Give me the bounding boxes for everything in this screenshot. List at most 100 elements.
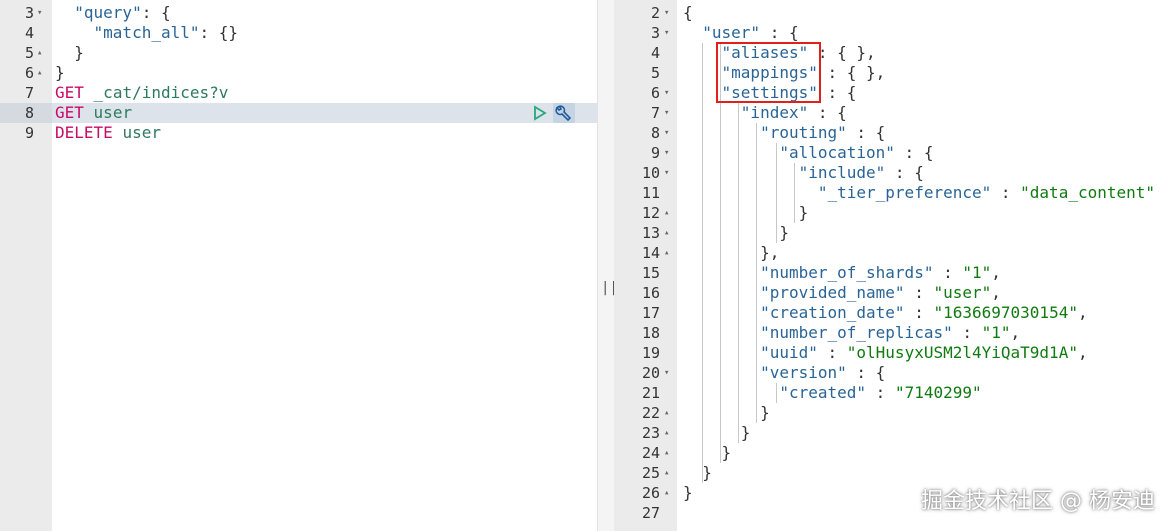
fold-toggle-icon[interactable]: ▴ (664, 423, 669, 443)
indent-guide (756, 123, 757, 423)
code-line: 9 DELETE user (0, 123, 597, 143)
fold-toggle-icon[interactable]: ▾ (664, 83, 669, 103)
fold-toggle-icon[interactable]: ▾ (664, 103, 669, 123)
code-text: } (683, 443, 732, 463)
code-token: : { }, (817, 63, 886, 82)
code-token: , (1077, 343, 1088, 362)
code-line: 25 ▴ } (614, 463, 1171, 483)
fold-toggle-icon[interactable]: ▴ (664, 243, 669, 263)
line-number: 12 (641, 204, 660, 222)
code-token: : { (885, 163, 924, 182)
code-line: 22 ▴ } (614, 403, 1171, 423)
fold-toggle-icon[interactable]: ▴ (37, 43, 42, 63)
fold-toggle-icon[interactable]: ▾ (664, 143, 669, 163)
line-number: 24 (641, 444, 660, 462)
code-token: "match_all" (93, 23, 200, 42)
code-line: 13 ▴ } (614, 223, 1171, 243)
fold-toggle-icon[interactable]: ▾ (664, 363, 669, 383)
fold-toggle-icon[interactable]: ▴ (664, 443, 669, 463)
code-text: "creation_date" : "1636697030154", (683, 303, 1088, 323)
code-token: , (1077, 303, 1088, 322)
code-line: 4 "match_all": {} (0, 23, 597, 43)
code-line: 11 "_tier_preference" : "data_content" (614, 183, 1171, 203)
fold-toggle-icon[interactable]: ▴ (664, 483, 669, 503)
request-editor[interactable]: 3 ▾ "query": {4 "match_all": {} 5 ▴ } 6 ▴} 7 GE… (0, 0, 597, 531)
code-token: : { (817, 83, 857, 102)
code-token: : { (760, 23, 799, 42)
code-line: 8 ▾ "routing" : { (614, 123, 1171, 143)
code-line: 5 "mappings" : { }, (614, 63, 1171, 83)
line-number: 7 (650, 104, 660, 122)
play-icon[interactable] (533, 105, 547, 121)
line-number: 26 (641, 484, 660, 502)
line-number: 25 (641, 464, 660, 482)
code-line: 4 "aliases" : { }, (614, 43, 1171, 63)
line-number: 5 (24, 44, 34, 62)
code-token: , (991, 263, 1001, 282)
line-number: 23 (641, 424, 660, 442)
line-number: 9 (24, 124, 34, 142)
fold-toggle-icon[interactable]: ▾ (664, 163, 669, 183)
code-text: "index" : { (683, 103, 847, 123)
line-number: 16 (641, 284, 660, 302)
code-token: GET (55, 103, 84, 122)
fold-toggle-icon[interactable]: ▾ (37, 3, 42, 23)
wrench-icon[interactable] (553, 103, 575, 123)
fold-toggle-icon[interactable]: ▴ (37, 63, 42, 83)
fold-toggle-icon[interactable]: ▴ (664, 463, 669, 483)
line-number: 5 (650, 64, 660, 82)
code-token: } (683, 463, 712, 482)
code-token: _cat/indices?v (93, 83, 229, 102)
code-token: : (991, 183, 1021, 202)
code-token: : (866, 383, 895, 402)
code-token: } (683, 483, 693, 502)
line-number: 14 (641, 244, 660, 262)
code-line: 3 ▾ "query": { (0, 3, 597, 23)
code-token: "1636697030154" (933, 303, 1078, 322)
code-line: 18 "number_of_replicas" : "1", (614, 323, 1171, 343)
code-token: : (817, 343, 847, 362)
line-number: 6 (24, 64, 34, 82)
code-text: "uuid" : "olHusyxUSM2l4YiQaT9d1A", (683, 343, 1088, 363)
code-text: } (55, 63, 65, 83)
fold-toggle-icon[interactable]: ▾ (664, 123, 669, 143)
fold-toggle-icon[interactable]: ▴ (664, 203, 669, 223)
line-number: 22 (641, 404, 660, 422)
code-token: "olHusyxUSM2l4YiQaT9d1A" (846, 343, 1078, 362)
code-token: "1" (981, 323, 1011, 342)
code-token: "_tier_preference" (817, 183, 992, 202)
code-token: "routing" (760, 123, 847, 142)
line-number: 4 (650, 44, 660, 62)
line-number: 6 (650, 84, 660, 102)
code-line: 6 ▾ "settings" : { (614, 83, 1171, 103)
code-line: 19 "uuid" : "olHusyxUSM2l4YiQaT9d1A", (614, 343, 1171, 363)
code-text: }, (683, 243, 779, 263)
line-number: 27 (641, 504, 660, 522)
code-token: user (122, 123, 161, 142)
fold-toggle-icon[interactable]: ▴ (664, 403, 669, 423)
line-number: 8 (24, 104, 34, 122)
line-number: 15 (641, 264, 660, 282)
code-token: : { (846, 363, 886, 382)
code-text: "version" : { (683, 363, 885, 383)
code-token: } (683, 223, 789, 242)
fold-toggle-icon[interactable]: ▾ (664, 3, 669, 23)
line-number: 13 (641, 224, 660, 242)
pane-divider[interactable] (597, 0, 615, 531)
code-token: "provided_name" (760, 283, 905, 302)
code-token: "allocation" (779, 143, 895, 162)
fold-toggle-icon[interactable]: ▾ (664, 23, 669, 43)
fold-toggle-icon[interactable]: ▴ (664, 223, 669, 243)
code-text: "user" : { (683, 23, 799, 43)
indent-guide (794, 163, 795, 223)
code-line: 17 "creation_date" : "1636697030154", (614, 303, 1171, 323)
line-number: 3 (650, 24, 660, 42)
code-token: , (991, 283, 1001, 302)
